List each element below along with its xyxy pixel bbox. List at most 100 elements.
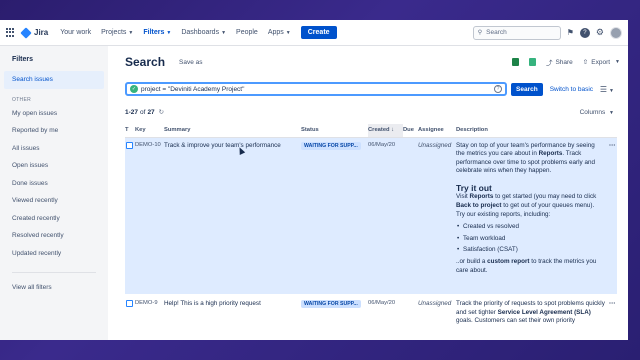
sidebar-item-viewed-recently[interactable]: Viewed recently bbox=[0, 192, 108, 210]
nav-label: Projects bbox=[101, 29, 127, 36]
sidebar-item-reported-by-me[interactable]: Reported by me bbox=[0, 122, 108, 140]
sidebar-section-other: OTHER bbox=[12, 96, 31, 103]
issue-description: Stay on top of your team's performance b… bbox=[456, 137, 607, 294]
status-badge[interactable]: WAITING FOR SUPP... bbox=[301, 141, 361, 150]
desc-heading: Try it out bbox=[456, 182, 492, 193]
sidebar-item-resolved-recently[interactable]: Resolved recently bbox=[0, 227, 108, 245]
list-item: Team workload bbox=[457, 235, 605, 244]
issues-table: T Key Summary Status Created ↓ Due Assig… bbox=[125, 124, 617, 326]
header-actions: ⤴ Share ⇧ Export ▼ bbox=[511, 57, 620, 68]
col-header-key[interactable]: Key bbox=[135, 124, 164, 138]
jql-help-icon[interactable]: ? bbox=[494, 85, 502, 93]
issue-key[interactable]: DEMO-10 bbox=[135, 137, 164, 294]
issue-summary[interactable]: Track & improve your team's performance bbox=[164, 137, 301, 294]
nav-label: Dashboards bbox=[181, 29, 220, 36]
filters-sidebar: Filters Search issues OTHER My open issu… bbox=[0, 46, 108, 340]
sidebar-item-updated-recently[interactable]: Updated recently bbox=[0, 245, 108, 263]
columns-button[interactable]: Columns ▼ bbox=[580, 109, 614, 116]
result-of: of bbox=[140, 108, 146, 116]
settings-gear-icon[interactable]: ⚙ bbox=[596, 27, 604, 38]
nav-right: ⚲ Search ⚑ ? ⚙ bbox=[472, 25, 622, 40]
chevron-down-icon: ▼ bbox=[285, 29, 291, 36]
nav-dashboards[interactable]: Dashboards ▼ bbox=[181, 29, 226, 36]
issue-assignee: Unassigned bbox=[418, 137, 456, 294]
share-label: Share bbox=[555, 58, 573, 66]
export-label: Export bbox=[591, 58, 611, 66]
nav-apps[interactable]: Apps ▼ bbox=[268, 29, 291, 36]
row-actions-button[interactable]: ⋯ bbox=[607, 294, 617, 326]
desc-paragraph: Try our existing reports, including: bbox=[456, 210, 551, 218]
jira-logo-text: Jira bbox=[34, 28, 49, 37]
result-count-row: 1-27 of 27 ↻ Columns ▼ bbox=[125, 108, 620, 117]
avatar[interactable] bbox=[610, 26, 622, 39]
status-badge[interactable]: WAITING FOR SUPP... bbox=[301, 300, 361, 308]
page-header: Search Save as ⤴ Share ⇧ Export ▼ bbox=[125, 54, 620, 70]
sheets-export-icon[interactable] bbox=[528, 58, 536, 66]
col-header-assignee[interactable]: Assignee bbox=[418, 124, 456, 138]
jql-row: ✓ project = "Deviniti Academy Project" ?… bbox=[125, 82, 620, 96]
sidebar-item-done-issues[interactable]: Done issues bbox=[0, 175, 108, 193]
share-icon: ⤴ bbox=[545, 60, 553, 67]
sidebar-item-all-issues[interactable]: All issues bbox=[0, 140, 108, 158]
col-header-status[interactable]: Status bbox=[301, 124, 368, 138]
nav-projects[interactable]: Projects ▼ bbox=[101, 29, 133, 36]
sidebar-item-view-all-filters[interactable]: View all filters bbox=[0, 279, 108, 297]
export-button[interactable]: ⇧ Export ▼ bbox=[582, 58, 620, 67]
search-icon: ⚲ bbox=[477, 30, 483, 36]
issue-key[interactable]: DEMO-9 bbox=[135, 294, 164, 326]
row-actions-button[interactable]: ⋯ bbox=[607, 137, 617, 294]
app-switcher-icon[interactable] bbox=[6, 27, 16, 38]
col-header-summary[interactable]: Summary bbox=[164, 124, 301, 138]
result-total: 27 bbox=[147, 108, 155, 116]
share-button[interactable]: ⤴ Share bbox=[545, 57, 573, 68]
col-header-type[interactable]: T bbox=[125, 124, 135, 138]
list-view-menu-icon[interactable]: ☰ ▼ bbox=[600, 85, 614, 94]
nav-your-work[interactable]: Your work bbox=[60, 29, 91, 36]
search-button[interactable]: Search bbox=[511, 82, 543, 96]
nav-label: Apps bbox=[267, 29, 284, 36]
help-icon[interactable]: ? bbox=[579, 27, 590, 38]
switch-to-basic-link[interactable]: Switch to basic bbox=[550, 86, 593, 93]
page-title: Search bbox=[125, 55, 166, 69]
chevron-down-icon: ▼ bbox=[609, 109, 614, 116]
issue-summary[interactable]: Help! This is a high priority request bbox=[164, 294, 301, 326]
desc-list: Created vs resolved Team workload Satisf… bbox=[456, 223, 605, 255]
sidebar-item-search-issues[interactable]: Search issues bbox=[4, 71, 104, 89]
desc-paragraph: Visit Reports to get started (you may ne… bbox=[456, 193, 597, 210]
jql-query-input[interactable]: ✓ project = "Deviniti Academy Project" ? bbox=[125, 82, 507, 96]
col-header-created[interactable]: Created ↓ bbox=[368, 124, 403, 138]
sidebar-item-open-issues[interactable]: Open issues bbox=[0, 157, 108, 175]
sidebar-item-my-open-issues[interactable]: My open issues bbox=[0, 105, 108, 123]
table-row[interactable]: DEMO-10 Track & improve your team's perf… bbox=[125, 137, 617, 294]
col-header-created-label: Created bbox=[368, 127, 390, 134]
save-as-button[interactable]: Save as bbox=[179, 59, 203, 66]
notifications-icon[interactable]: ⚑ bbox=[567, 28, 574, 37]
desc-intro: Stay on top of your team's performance b… bbox=[456, 141, 595, 175]
top-nav: Jira Your work Projects ▼ Filters ▼ Dashbo… bbox=[0, 20, 628, 46]
chevron-down-icon: ▼ bbox=[166, 29, 172, 36]
col-header-description[interactable]: Description bbox=[456, 124, 607, 138]
nav-filters[interactable]: Filters ▼ bbox=[143, 29, 171, 36]
sidebar-item-created-recently[interactable]: Created recently bbox=[0, 210, 108, 228]
jira-logo-icon bbox=[20, 26, 32, 39]
excel-export-icon[interactable] bbox=[511, 58, 519, 66]
desc-end: ..or build a custom report to track the … bbox=[456, 258, 597, 274]
search-main: Search Save as ⤴ Share ⇧ Export ▼ ✓ proj… bbox=[108, 46, 628, 340]
export-icon: ⇧ bbox=[582, 59, 589, 66]
create-button[interactable]: Create bbox=[300, 26, 337, 39]
nav-label: Filters bbox=[143, 29, 165, 36]
valid-check-icon: ✓ bbox=[130, 85, 138, 93]
col-header-due[interactable]: Due bbox=[403, 124, 418, 138]
table-row[interactable]: DEMO-9 Help! This is a high priority req… bbox=[125, 294, 617, 326]
issue-type-icon bbox=[126, 141, 133, 149]
chevron-down-icon: ▼ bbox=[615, 59, 620, 65]
jira-window: Jira Your work Projects ▼ Filters ▼ Dashbo… bbox=[0, 20, 628, 340]
columns-label: Columns bbox=[579, 108, 606, 116]
nav-label: People bbox=[236, 29, 258, 36]
jira-logo[interactable]: Jira bbox=[20, 26, 49, 39]
result-range: 1-27 bbox=[125, 108, 139, 116]
global-search-input[interactable]: ⚲ Search bbox=[472, 25, 561, 40]
sort-desc-icon: ↓ bbox=[391, 127, 395, 134]
nav-people[interactable]: People bbox=[236, 29, 258, 36]
refresh-icon[interactable]: ↻ bbox=[159, 108, 164, 116]
